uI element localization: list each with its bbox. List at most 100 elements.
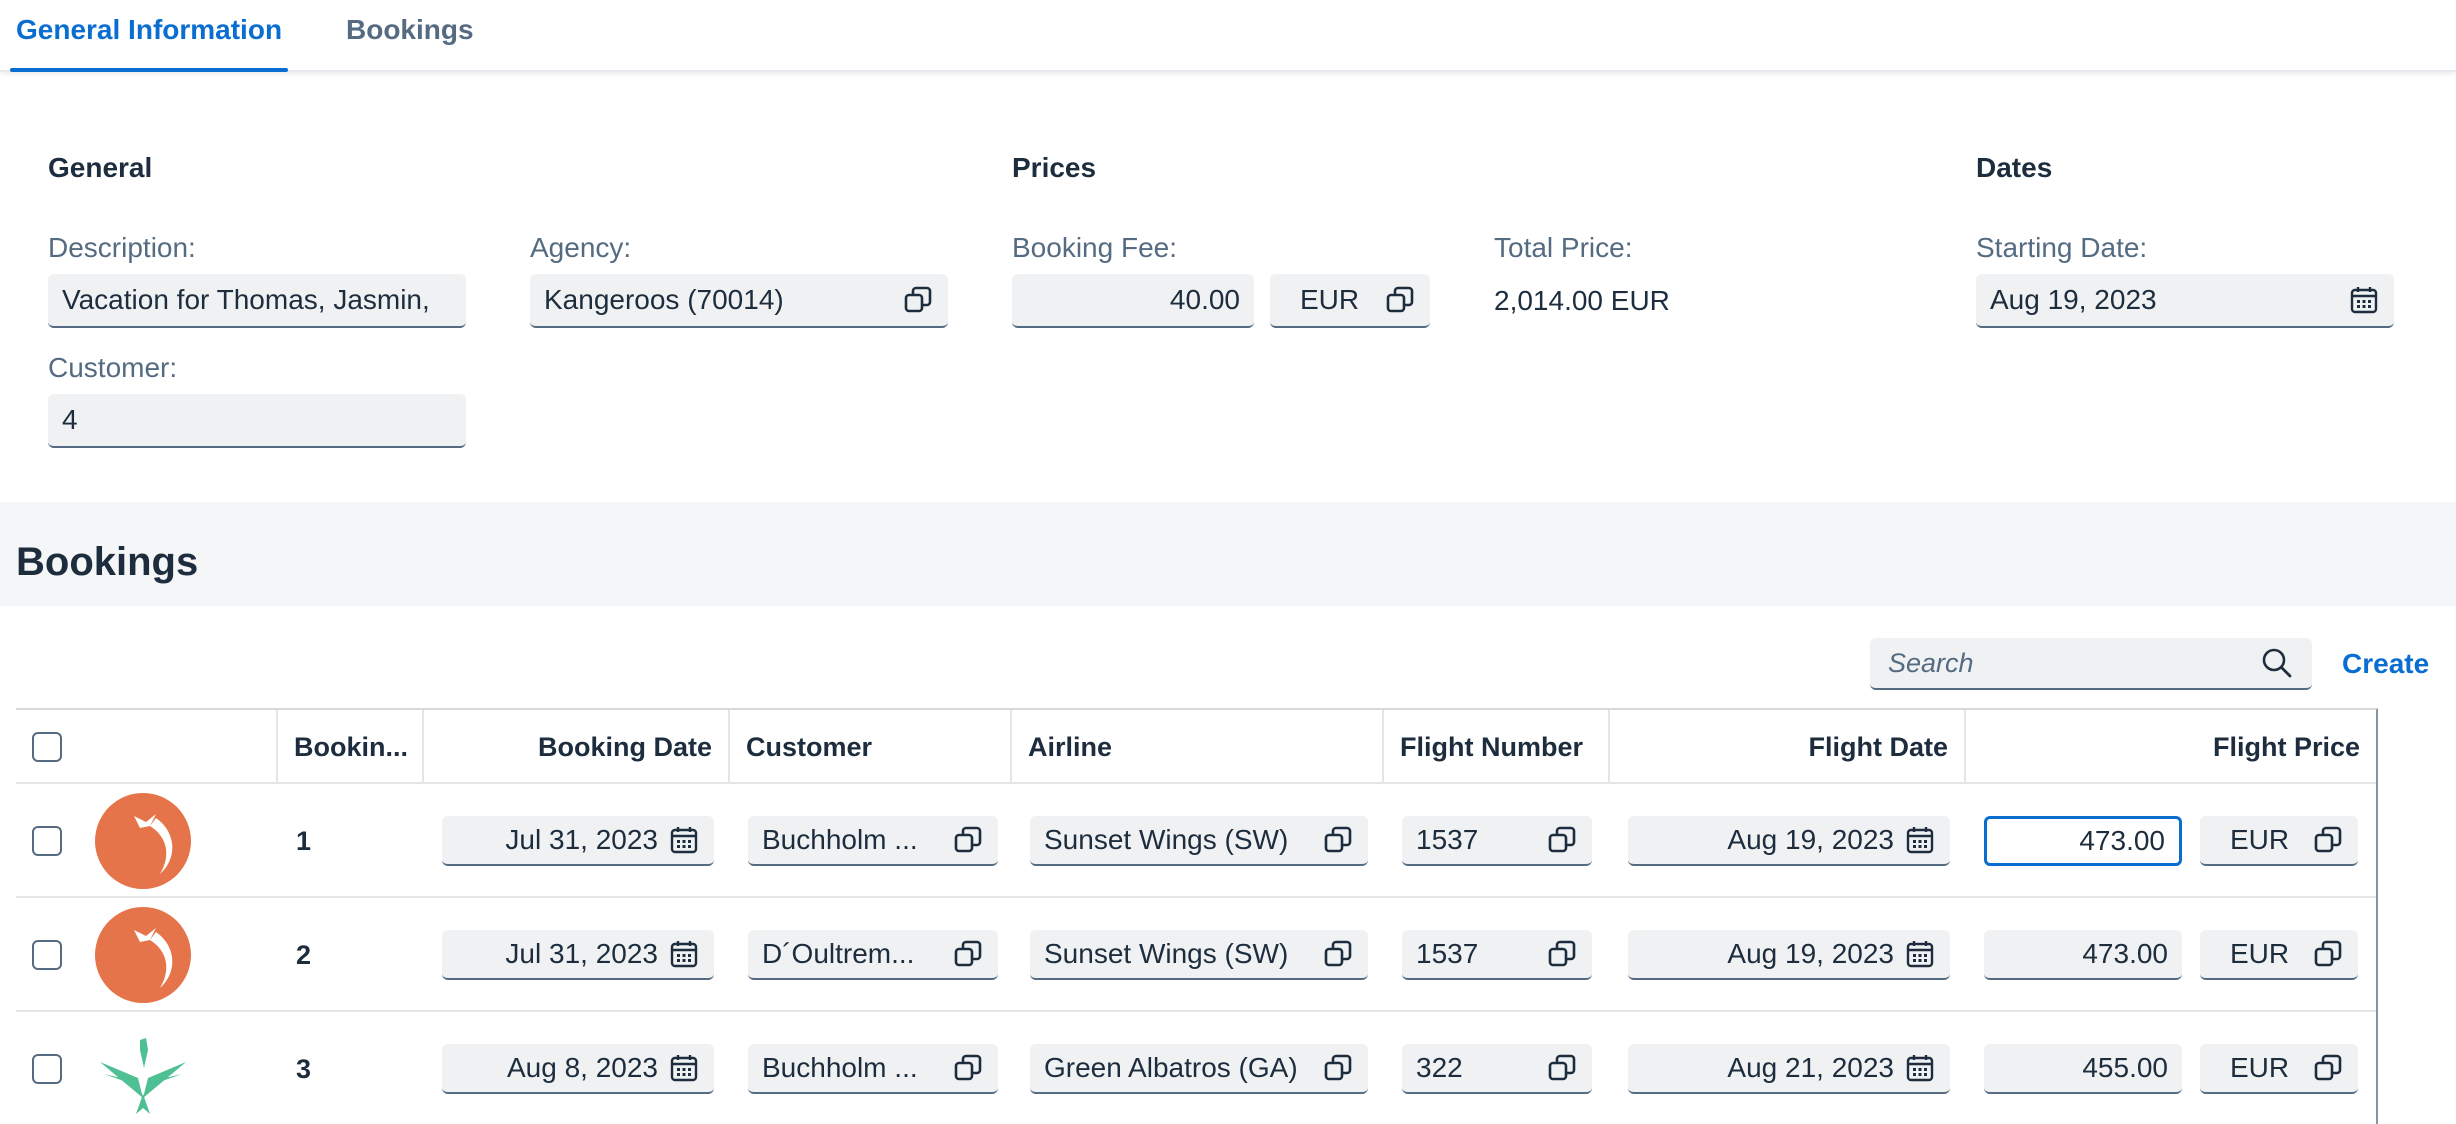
column-header-booking-date[interactable]: Booking Date bbox=[424, 710, 730, 784]
flight-date-value: Aug 21, 2023 bbox=[1727, 1052, 1894, 1083]
calendar-icon[interactable] bbox=[2348, 284, 2380, 316]
column-header-flight-number[interactable]: Flight Number bbox=[1384, 710, 1610, 784]
flight-date-value: Aug 19, 2023 bbox=[1727, 938, 1894, 969]
customer-field[interactable]: D´Oultrem... bbox=[748, 930, 998, 980]
value-help-icon[interactable] bbox=[902, 284, 934, 316]
row-checkbox[interactable] bbox=[32, 826, 62, 856]
column-header-booking-id[interactable]: Bookin... bbox=[278, 710, 424, 784]
tab-bookings[interactable]: Bookings bbox=[346, 0, 474, 72]
flight-date-value: Aug 19, 2023 bbox=[1727, 824, 1894, 855]
tab-bar: General Information Bookings bbox=[0, 0, 2456, 72]
currency-field[interactable]: EUR bbox=[2200, 930, 2358, 980]
value-help-icon[interactable] bbox=[1322, 938, 1354, 970]
calendar-icon[interactable] bbox=[668, 938, 700, 970]
airline-field[interactable]: Sunset Wings (SW) bbox=[1030, 930, 1368, 980]
booking-date-field[interactable]: Jul 31, 2023 bbox=[442, 930, 714, 980]
sunset-wings-logo bbox=[94, 906, 192, 1004]
value-help-icon[interactable] bbox=[1322, 824, 1354, 856]
table-row[interactable]: 3 Aug 8, 2023 Buchholm ... Green Albatro… bbox=[16, 1012, 2376, 1124]
flight-price-field[interactable]: 473.00 bbox=[1984, 816, 2182, 866]
booking-id: 2 bbox=[296, 940, 312, 970]
flight-price-value: 455.00 bbox=[2082, 1052, 2168, 1083]
currency-value: EUR bbox=[2230, 824, 2290, 855]
tab-general-information[interactable]: General Information bbox=[9, 0, 289, 72]
row-checkbox[interactable] bbox=[32, 940, 62, 970]
flight-number-field[interactable]: 1537 bbox=[1402, 816, 1592, 866]
value-help-icon[interactable] bbox=[1546, 824, 1578, 856]
row-checkbox[interactable] bbox=[32, 1054, 62, 1084]
total-price-label: Total Price: bbox=[1494, 232, 1633, 263]
booking-date-value: Jul 31, 2023 bbox=[505, 824, 658, 855]
starting-date-label: Starting Date: bbox=[1976, 232, 2148, 263]
booking-date-value: Jul 31, 2023 bbox=[505, 938, 658, 969]
bookings-table: Bookin... Booking Date Customer Airline … bbox=[16, 708, 2378, 1124]
value-help-icon[interactable] bbox=[1384, 284, 1416, 316]
customer-value: 4 bbox=[62, 404, 78, 435]
select-all-cell bbox=[16, 710, 278, 784]
value-help-icon[interactable] bbox=[1546, 938, 1578, 970]
description-field[interactable]: Vacation for Thomas, Jasmin, bbox=[48, 274, 466, 328]
customer-field[interactable]: Buchholm ... bbox=[748, 1044, 998, 1094]
search-placeholder: Search bbox=[1888, 647, 1974, 678]
sunset-wings-logo bbox=[94, 792, 192, 890]
flight-date-field[interactable]: Aug 21, 2023 bbox=[1628, 1044, 1950, 1094]
column-header-customer[interactable]: Customer bbox=[730, 710, 1012, 784]
search-field[interactable]: Search bbox=[1870, 638, 2312, 690]
general-group-title: General bbox=[48, 152, 153, 183]
column-header-flight-price[interactable]: Flight Price bbox=[1966, 710, 2376, 784]
value-help-icon[interactable] bbox=[952, 1052, 984, 1084]
booking-fee-value: 40.00 bbox=[1169, 284, 1240, 315]
flight-date-field[interactable]: Aug 19, 2023 bbox=[1628, 816, 1950, 866]
calendar-icon[interactable] bbox=[668, 1052, 700, 1084]
agency-label: Agency: bbox=[530, 232, 632, 263]
value-help-icon[interactable] bbox=[1322, 1052, 1354, 1084]
column-header-airline[interactable]: Airline bbox=[1012, 710, 1384, 784]
value-help-icon[interactable] bbox=[2312, 1052, 2344, 1084]
customer-field[interactable]: Buchholm ... bbox=[748, 816, 998, 866]
booking-date-field[interactable]: Jul 31, 2023 bbox=[442, 816, 714, 866]
booking-fee-currency: EUR bbox=[1300, 284, 1360, 315]
description-label: Description: bbox=[48, 232, 196, 263]
value-help-icon[interactable] bbox=[1546, 1052, 1578, 1084]
create-button[interactable]: Create bbox=[2342, 648, 2429, 680]
dates-group-title: Dates bbox=[1976, 152, 2053, 183]
table-header-row: Bookin... Booking Date Customer Airline … bbox=[16, 710, 2376, 784]
starting-date-value: Aug 19, 2023 bbox=[1990, 284, 2157, 315]
flight-price-field[interactable]: 455.00 bbox=[1984, 1044, 2182, 1094]
flight-price-value: 473.00 bbox=[2082, 938, 2168, 969]
flight-number-field[interactable]: 322 bbox=[1402, 1044, 1592, 1094]
currency-field[interactable]: EUR bbox=[2200, 816, 2358, 866]
booking-fee-label: Booking Fee: bbox=[1012, 232, 1177, 263]
flight-date-field[interactable]: Aug 19, 2023 bbox=[1628, 930, 1950, 980]
booking-fee-field[interactable]: 40.00 bbox=[1012, 274, 1254, 328]
table-row[interactable]: 2 Jul 31, 2023 D´Oultrem... Sunset Wings… bbox=[16, 898, 2376, 1012]
value-help-icon[interactable] bbox=[2312, 938, 2344, 970]
calendar-icon[interactable] bbox=[1904, 938, 1936, 970]
agency-value: Kangeroos (70014) bbox=[544, 284, 784, 315]
customer-value: Buchholm ... bbox=[762, 824, 918, 855]
starting-date-field[interactable]: Aug 19, 2023 bbox=[1976, 274, 2394, 328]
search-icon[interactable] bbox=[2260, 646, 2294, 680]
currency-field[interactable]: EUR bbox=[2200, 1044, 2358, 1094]
column-header-flight-date[interactable]: Flight Date bbox=[1610, 710, 1966, 784]
flight-number-field[interactable]: 1537 bbox=[1402, 930, 1592, 980]
value-help-icon[interactable] bbox=[952, 938, 984, 970]
booking-date-value: Aug 8, 2023 bbox=[506, 1052, 658, 1083]
calendar-icon[interactable] bbox=[1904, 824, 1936, 856]
airline-field[interactable]: Green Albatros (GA) bbox=[1030, 1044, 1368, 1094]
booking-id: 3 bbox=[296, 1054, 312, 1084]
table-row[interactable]: 1 Jul 31, 2023 Buchholm ... Sunset Wings… bbox=[16, 784, 2376, 898]
booking-fee-currency-field[interactable]: EUR bbox=[1270, 274, 1430, 328]
agency-field[interactable]: Kangeroos (70014) bbox=[530, 274, 948, 328]
select-all-checkbox[interactable] bbox=[32, 732, 62, 762]
booking-date-field[interactable]: Aug 8, 2023 bbox=[442, 1044, 714, 1094]
booking-id: 1 bbox=[296, 826, 312, 856]
airline-field[interactable]: Sunset Wings (SW) bbox=[1030, 816, 1368, 866]
calendar-icon[interactable] bbox=[1904, 1052, 1936, 1084]
bookings-section-header bbox=[0, 502, 2456, 606]
calendar-icon[interactable] bbox=[668, 824, 700, 856]
customer-field[interactable]: 4 bbox=[48, 394, 466, 448]
value-help-icon[interactable] bbox=[952, 824, 984, 856]
flight-price-field[interactable]: 473.00 bbox=[1984, 930, 2182, 980]
value-help-icon[interactable] bbox=[2312, 824, 2344, 856]
